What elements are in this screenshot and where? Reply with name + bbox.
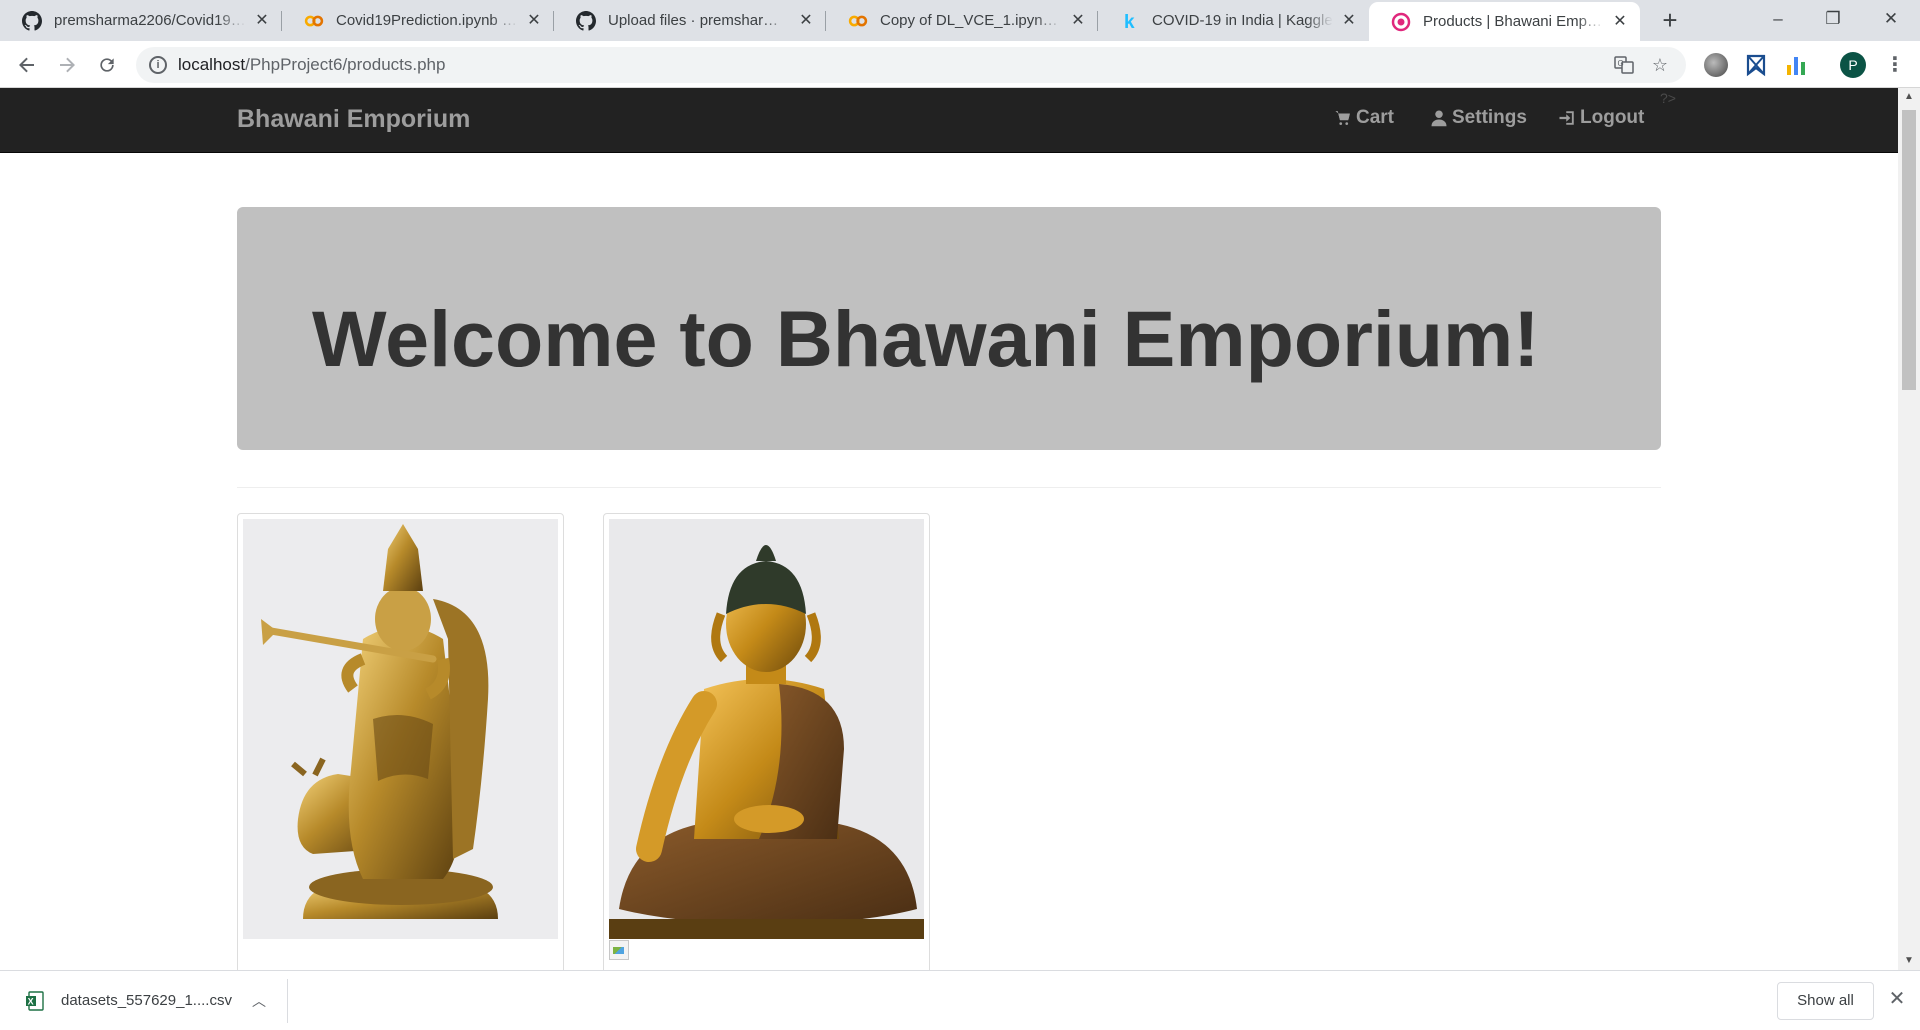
url-path: /PhpProject6/products.php: [245, 55, 446, 74]
svg-text:k: k: [1124, 12, 1135, 31]
product-image[interactable]: [243, 519, 558, 939]
broken-image-icon: [609, 940, 629, 960]
nav-cart-link[interactable]: Cart: [1334, 107, 1394, 129]
site-brand-link[interactable]: Bhawani Emporium: [237, 105, 470, 134]
extension-chart-icon[interactable]: [1784, 53, 1808, 77]
nav-logout-label: Logout: [1580, 107, 1645, 128]
tab-colab-dl[interactable]: Copy of DL_VCE_1.ipynb - Colaboratory ✕: [826, 0, 1098, 41]
welcome-jumbotron: Welcome to Bhawani Emporium!: [237, 207, 1661, 450]
back-button[interactable]: [10, 48, 44, 82]
tab-title: Copy of DL_VCE_1.ipynb - Colaboratory: [880, 12, 1062, 29]
tab-bhawani-products[interactable]: Products | Bhawani Emporium ✕: [1369, 2, 1640, 41]
chevron-up-icon[interactable]: ︿: [252, 991, 266, 1011]
scroll-up-arrow-icon[interactable]: ▲: [1898, 88, 1920, 106]
tab-title: Upload files · premsharma2206: [608, 12, 790, 29]
forward-arrow-icon: [60, 57, 75, 73]
tab-github-upload[interactable]: Upload files · premsharma2206 ✕: [554, 0, 826, 41]
product-card[interactable]: [603, 513, 930, 970]
svg-text:X: X: [28, 996, 34, 1006]
downloads-bar: X datasets_557629_1....csv ︿ Show all ✕: [0, 970, 1920, 1030]
page-viewport: Bhawani Emporium Cart Settings Logout ?>…: [0, 88, 1898, 970]
tab-github-repo[interactable]: premsharma2206/Covid19prediction ✕: [0, 0, 282, 41]
new-tab-button[interactable]: +: [1654, 4, 1686, 36]
scroll-down-arrow-icon[interactable]: ▼: [1898, 952, 1920, 970]
address-bar[interactable]: i localhost/PhpProject6/products.php G ☆: [136, 47, 1686, 83]
reload-button[interactable]: [90, 48, 124, 82]
browser-toolbar: i localhost/PhpProject6/products.php G ☆…: [0, 41, 1920, 88]
nav-settings-label: Settings: [1452, 107, 1527, 128]
site-info-icon[interactable]: i: [149, 56, 167, 74]
tab-kaggle[interactable]: k COVID-19 in India | Kaggle ✕: [1098, 0, 1369, 41]
logout-icon: [1559, 111, 1574, 125]
back-arrow-icon: [19, 57, 34, 73]
url-host: localhost: [178, 55, 246, 74]
nav-cart-label: Cart: [1356, 107, 1395, 128]
tab-title: COVID-19 in India | Kaggle: [1152, 12, 1333, 29]
tab-strip: premsharma2206/Covid19prediction ✕ Covid…: [0, 0, 1920, 41]
browser-window: premsharma2206/Covid19prediction ✕ Covid…: [0, 0, 1920, 1030]
minimize-button[interactable]: –: [1749, 0, 1807, 41]
menu-kebab-icon[interactable]: ⋮: [1880, 49, 1910, 81]
restore-button[interactable]: ❐: [1804, 0, 1862, 41]
tab-close-icon[interactable]: ✕: [526, 12, 542, 29]
profile-avatar[interactable]: P: [1840, 52, 1866, 78]
url-text: localhost/PhpProject6/products.php: [178, 55, 445, 75]
reload-icon: [100, 58, 114, 72]
download-item[interactable]: X datasets_557629_1....csv ︿: [0, 979, 288, 1023]
kaggle-icon: k: [1124, 12, 1135, 31]
tab-title: Covid19Prediction.ipynb - Colaboratory: [336, 12, 518, 29]
tab-close-icon[interactable]: ✕: [1341, 12, 1357, 29]
tab-close-icon[interactable]: ✕: [1612, 13, 1628, 30]
product-image[interactable]: [609, 519, 924, 939]
extension-circle-icon[interactable]: [1704, 53, 1728, 77]
tab-title: Products | Bhawani Emporium: [1423, 13, 1604, 30]
close-downloads-bar-icon[interactable]: ✕: [1885, 985, 1909, 1013]
close-window-button[interactable]: ✕: [1862, 0, 1920, 41]
tab-colab-covid[interactable]: Covid19Prediction.ipynb - Colaboratory ✕: [282, 0, 554, 41]
tab-close-icon[interactable]: ✕: [254, 12, 270, 29]
user-icon: [1431, 110, 1447, 127]
tab-title: premsharma2206/Covid19prediction: [54, 12, 246, 29]
colab-icon: [848, 15, 868, 26]
krishna-statue-image: [243, 519, 558, 939]
translate-icon[interactable]: G: [1614, 55, 1634, 75]
buddha-statue-image: [609, 519, 924, 939]
welcome-heading: Welcome to Bhawani Emporium!: [312, 294, 1540, 383]
page-scrollbar[interactable]: ▲ ▼: [1898, 88, 1920, 970]
section-divider: [237, 487, 1661, 488]
excel-file-icon: X: [26, 991, 44, 1011]
product-card[interactable]: [237, 513, 564, 970]
scrollbar-thumb[interactable]: [1902, 110, 1916, 390]
tab-close-icon[interactable]: ✕: [1070, 12, 1086, 29]
site-navbar: Bhawani Emporium Cart Settings Logout ?>: [0, 88, 1898, 153]
svg-text:G: G: [1618, 59, 1624, 68]
forward-button[interactable]: [50, 48, 84, 82]
colab-icon: [304, 15, 324, 26]
show-all-downloads-button[interactable]: Show all: [1777, 982, 1874, 1020]
extension-bookmark-icon[interactable]: [1744, 53, 1768, 77]
bookmark-star-icon[interactable]: ☆: [1650, 55, 1670, 75]
cart-icon: [1335, 111, 1350, 125]
github-icon: [576, 10, 596, 31]
download-filename: datasets_557629_1....csv: [61, 992, 232, 1009]
github-icon: [22, 10, 42, 31]
site-favicon-icon: [1391, 12, 1411, 31]
nav-settings-link[interactable]: Settings: [1430, 107, 1527, 129]
nav-logout-link[interactable]: Logout: [1558, 107, 1644, 129]
stray-php-tag-text: ?>: [1660, 90, 1676, 106]
tab-close-icon[interactable]: ✕: [798, 12, 814, 29]
